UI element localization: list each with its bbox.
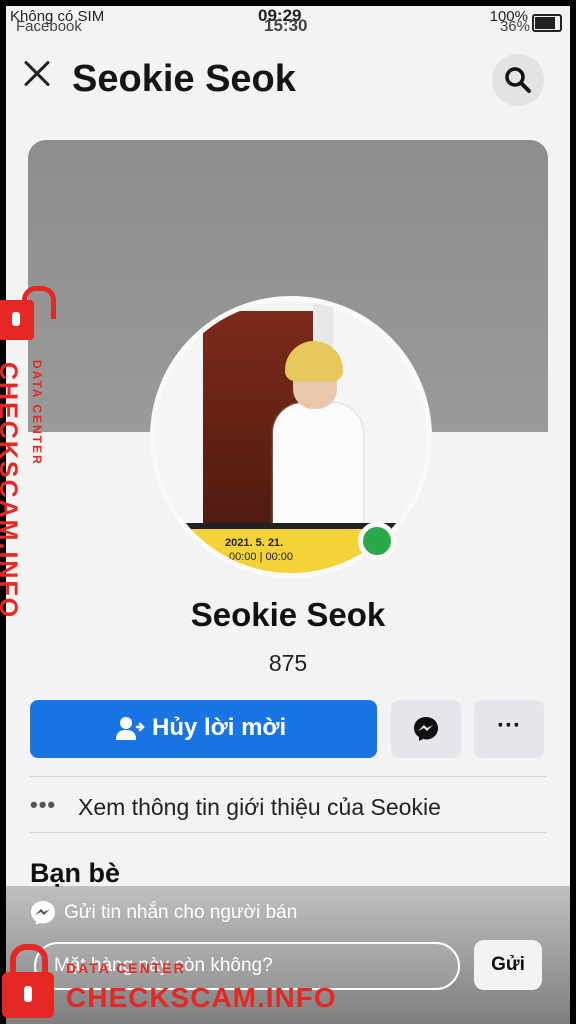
carrier-app-text: Facebook — [16, 18, 82, 35]
more-options-icon: ··· — [497, 712, 521, 739]
friend-count: 875 — [268, 650, 308, 676]
time-back-text: 15:30 — [264, 16, 308, 35]
watermark-side-brand: CHECKSCAM.INFO — [0, 362, 22, 620]
status-time: 09:29 15:30 — [258, 6, 307, 35]
search-icon — [505, 67, 531, 93]
lock-icon — [0, 286, 56, 340]
avatar-banner-time: 00:00 | 00:00 — [229, 551, 294, 563]
page-title: Seokie Seok — [72, 58, 296, 100]
divider — [30, 832, 546, 833]
add-friend-icon — [116, 717, 145, 740]
watermark-bottom-tagline: DATA CENTER — [66, 960, 186, 976]
messenger-button[interactable] — [391, 700, 461, 758]
profile-name: Seokie Seok — [190, 596, 386, 633]
online-status-dot — [358, 522, 396, 560]
avatar-banner-date: 2021. 5. 21. — [225, 537, 284, 549]
intro-dots-icon: ••• — [30, 792, 57, 817]
messenger-icon — [31, 901, 55, 925]
battery-back-text: 36% — [499, 18, 530, 35]
phone-screen: Không có SIM Facebook 09:29 15:30 100% 3… — [6, 6, 570, 1024]
status-carrier: Không có SIM Facebook — [10, 8, 104, 35]
see-intro-label: Xem thông tin giới thiệu của Seokie — [78, 794, 441, 820]
cancel-request-label: Hủy lời mời — [152, 714, 287, 741]
see-intro-row[interactable]: ••• Xem thông tin giới thiệu của Seokie — [30, 782, 546, 832]
search-button[interactable] — [492, 54, 544, 106]
cancel-request-button[interactable]: Hủy lời mời — [30, 700, 377, 758]
watermark-side-tagline: DATA CENTER — [30, 360, 44, 466]
close-button[interactable] — [18, 54, 58, 94]
watermark-bottom-brand: CHECKSCAM.INFO — [66, 982, 337, 1013]
message-seller-label: Gửi tin nhắn cho người bán — [64, 902, 298, 923]
friends-section-title: Bạn bè — [30, 858, 121, 888]
lock-icon — [2, 944, 54, 1018]
send-button[interactable]: Gửi — [474, 940, 542, 990]
messenger-icon — [414, 717, 438, 741]
battery-icon — [532, 14, 562, 32]
divider — [30, 776, 546, 777]
status-battery: 100% 36% — [490, 8, 562, 35]
top-bar: Không có SIM Facebook 09:29 15:30 100% 3… — [6, 6, 570, 146]
more-options-button[interactable]: ··· — [474, 700, 544, 758]
